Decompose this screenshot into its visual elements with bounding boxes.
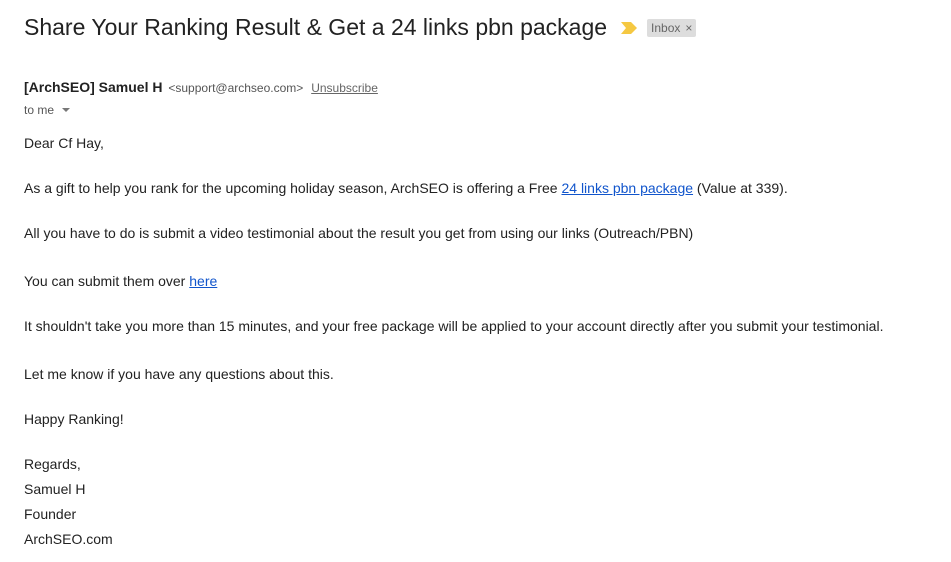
sender-email: <support@archseo.com>	[168, 81, 304, 95]
paragraph-duration: It shouldn't take you more than 15 minut…	[24, 318, 884, 334]
greeting: Dear Cf Hay,	[24, 135, 104, 151]
sender-name: [ArchSEO] Samuel H	[24, 79, 163, 95]
importance-marker-icon[interactable]	[619, 21, 639, 35]
paragraph-instructions: All you have to do is submit a video tes…	[24, 225, 694, 241]
submit-here-link[interactable]: here	[189, 273, 217, 289]
label-remove-icon[interactable]: ×	[685, 21, 692, 35]
paragraph-offer-text: As a gift to help you rank for the upcom…	[24, 180, 562, 196]
recipient-details-toggle[interactable]: to me	[24, 103, 71, 117]
sender-row: [ArchSEO] Samuel H <support@archseo.com>…	[24, 79, 378, 95]
subject-row: Share Your Ranking Result & Get a 24 lin…	[24, 14, 697, 41]
paragraph-submit: You can submit them over here	[24, 273, 217, 289]
signature-regards: Regards,	[24, 456, 81, 472]
label-chip-text: Inbox	[651, 20, 681, 35]
label-chip-inbox: Inbox ×	[647, 18, 697, 37]
paragraph-submit-text: You can submit them over	[24, 273, 190, 289]
pbn-package-link[interactable]: 24 links pbn package	[561, 180, 693, 196]
recipient-label: to me	[24, 103, 55, 117]
signature-title: Founder	[24, 506, 77, 522]
paragraph-questions: Let me know if you have any questions ab…	[24, 366, 334, 382]
chevron-down-icon[interactable]	[62, 108, 71, 112]
signature-site: ArchSEO.com	[24, 531, 113, 547]
paragraph-offer: As a gift to help you rank for the upcom…	[24, 180, 788, 196]
email-subject: Share Your Ranking Result & Get a 24 lin…	[24, 14, 608, 40]
paragraph-closing: Happy Ranking!	[24, 411, 124, 427]
unsubscribe-link[interactable]: Unsubscribe	[311, 81, 378, 95]
signature-name: Samuel H	[24, 481, 86, 497]
paragraph-offer-value: (Value at 339).	[693, 180, 788, 196]
